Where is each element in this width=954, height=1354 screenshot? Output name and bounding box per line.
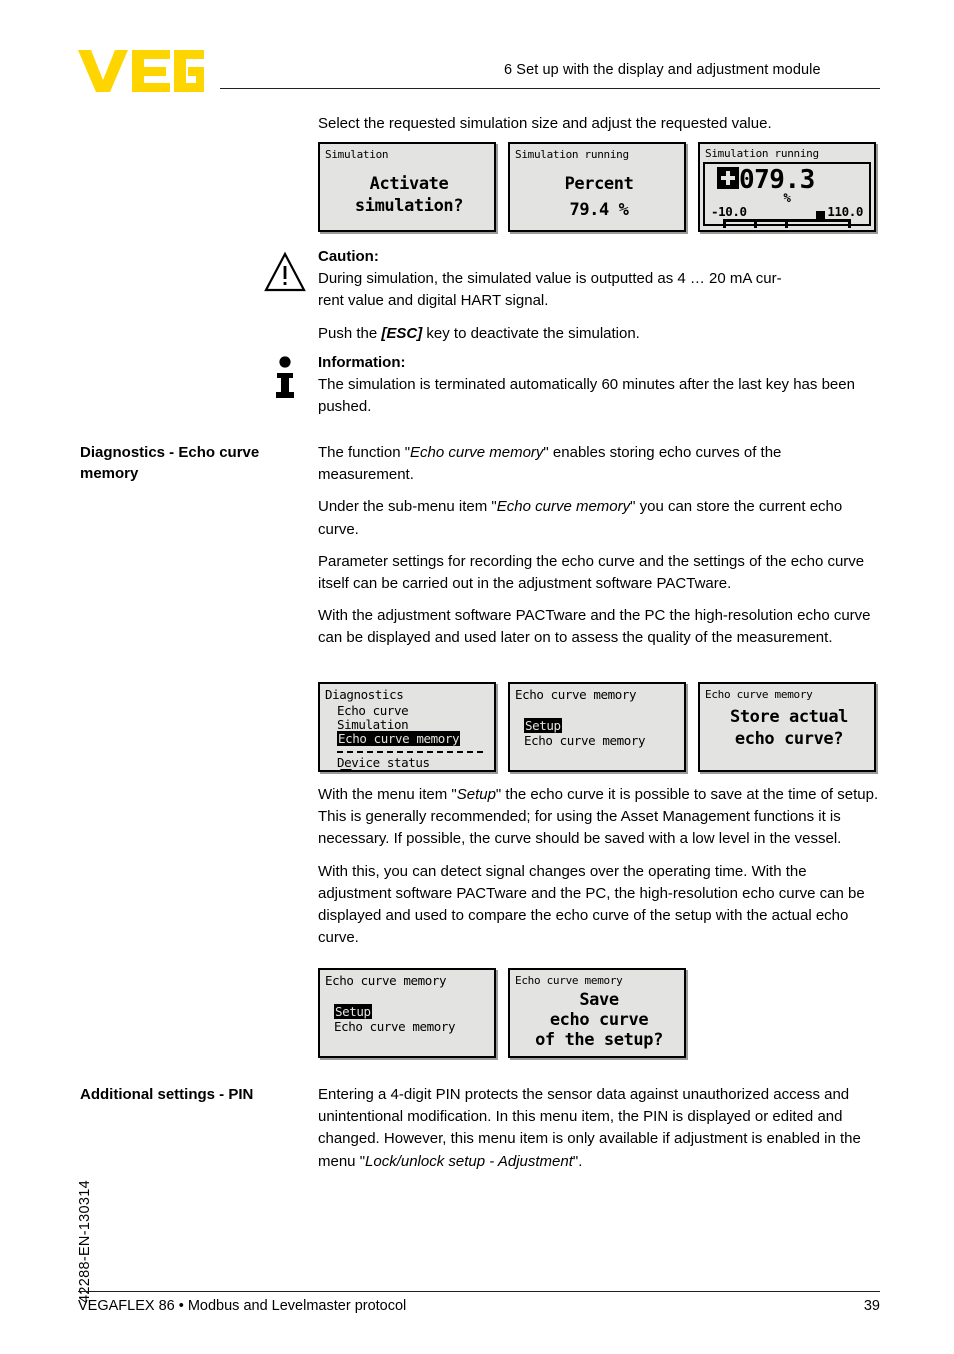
- footer-rule: [78, 1291, 880, 1292]
- lcd-echo-curve-memory-menu-2: Echo curve memory Setup Echo curve memor…: [318, 968, 496, 1058]
- lcd-save-echo-curve-of-setup: Echo curve memory Save echo curve of the…: [508, 968, 686, 1058]
- lcd-menu-item[interactable]: Echo curve memory: [524, 734, 646, 748]
- emphasis-echo-curve-memory: Echo curve memory: [410, 444, 544, 461]
- text-fragment: ".: [572, 1152, 583, 1170]
- lcd-line-1: Activate: [369, 174, 449, 194]
- header-rule: [220, 88, 880, 89]
- lcd-title: Echo curve memory: [515, 687, 637, 702]
- lcd-menu-item[interactable]: Simulation: [337, 718, 409, 732]
- paragraph: With this, you can detect signal changes…: [318, 862, 865, 947]
- footer-product-line: VEGAFLEX 86 • Modbus and Levelmaster pro…: [78, 1298, 407, 1314]
- lcd-separator: [337, 751, 483, 753]
- vega-logo: [78, 50, 204, 92]
- lcd-scale-min: -10.0: [711, 204, 747, 219]
- lcd-line-1: Save: [579, 990, 619, 1010]
- lcd-line-2: 79.4 %: [569, 200, 629, 220]
- paragraph: Under the sub-menu item "Echo curve memo…: [318, 496, 880, 540]
- lcd-simulation-percent: Simulation running Percent 79.4 %: [508, 142, 686, 232]
- lcd-menu-item-selected[interactable]: Setup: [524, 718, 562, 733]
- caution-para-1b: rent value and digital HART signal.: [318, 292, 549, 310]
- lcd-menu-item[interactable]: Echo curve memory: [334, 1020, 456, 1034]
- lcd-title: Simulation: [325, 148, 389, 161]
- lcd-title: Diagnostics: [325, 687, 404, 702]
- esc-key-label: [ESC]: [381, 324, 423, 342]
- lcd-title: Echo curve memory: [325, 973, 447, 988]
- information-title: Information:: [318, 354, 406, 371]
- lcd-menu-item[interactable]: Device status: [337, 756, 430, 770]
- lcd-menu-item[interactable]: Echo curve: [337, 704, 409, 718]
- text-fragment: The function ": [318, 444, 411, 461]
- lcd-line-3: of the setup?: [535, 1030, 663, 1050]
- margin-heading-echo-curve-memory: Diagnostics - Echo curve memory: [80, 444, 260, 482]
- margin-heading-additional-settings-pin: Additional settings - PIN: [80, 1086, 254, 1103]
- lcd-scale-max: 110.0: [827, 204, 863, 219]
- echo-curve-body: The function "Echo curve memory" enables…: [318, 442, 880, 650]
- setup-body: With the menu item "Setup" the echo curv…: [318, 784, 880, 949]
- bargraph-tick: [754, 219, 757, 228]
- lcd-simulation-bargraph: Simulation running 079.3 % -10.0 110.0: [698, 142, 876, 232]
- caution-para-2-before: Push the: [318, 324, 382, 342]
- lcd-line-2: simulation?: [354, 196, 464, 216]
- lcd-title: Echo curve memory: [515, 974, 623, 987]
- emphasis-lock-unlock-setup: Lock/unlock setup - Adjustment: [365, 1152, 573, 1170]
- bargraph-tick: [723, 219, 726, 228]
- caution-note: Caution: During simulation, the simulate…: [264, 246, 880, 345]
- lcd-line-1: Store actual: [729, 707, 849, 727]
- caution-para-1a: During simulation, the simulated value i…: [318, 270, 782, 288]
- pin-body: Entering a 4-digit PIN protects the sens…: [318, 1084, 880, 1173]
- lcd-selected-label: Echo curve memory: [337, 731, 461, 746]
- bargraph-tick: [785, 219, 788, 228]
- paragraph: Parameter settings for recording the ech…: [318, 552, 865, 593]
- paragraph: With the menu item "Setup" the echo curv…: [318, 784, 880, 851]
- warning-triangle-icon: [264, 250, 306, 294]
- lcd-selected-label: Setup: [524, 718, 562, 733]
- emphasis-setup: Setup: [456, 786, 496, 803]
- lcd-line-1: Percent: [564, 174, 634, 194]
- lcd-selected-label: Setup: [334, 1004, 372, 1019]
- lcd-value: 079.3: [739, 165, 815, 195]
- lcd-diagnostics-menu: Diagnostics Echo curve Simulation Echo c…: [318, 682, 496, 772]
- lcd-bargraph: [723, 211, 851, 229]
- information-paragraph: The simulation is terminated automatical…: [318, 376, 855, 416]
- lcd-echo-curve-memory-menu: Echo curve memory Setup Echo curve memor…: [508, 682, 686, 772]
- chevron-down-icon: [340, 769, 352, 770]
- bargraph-marker: [816, 211, 825, 222]
- paragraph: The function "Echo curve memory" enables…: [318, 442, 880, 486]
- footer-page-number: 39: [863, 1298, 880, 1314]
- lcd-title: Echo curve memory: [705, 688, 813, 701]
- paragraph: Entering a 4-digit PIN protects the sens…: [318, 1084, 880, 1173]
- paragraph: With the adjustment software PACTware an…: [318, 607, 871, 647]
- emphasis-echo-curve-memory: Echo curve memory: [496, 498, 631, 516]
- info-icon: [272, 356, 298, 402]
- page-section-title: 6 Set up with the display and adjustment…: [504, 62, 821, 78]
- caution-para-2-after: key to deactivate the simulation.: [422, 324, 640, 342]
- lcd-unit: %: [783, 190, 791, 205]
- lcd-menu-item-selected[interactable]: Echo curve memory: [337, 731, 461, 746]
- bargraph-tick: [848, 219, 851, 228]
- lcd-store-actual-echo-curve: Echo curve memory Store actual echo curv…: [698, 682, 876, 772]
- lcd-simulation-activate: Simulation Activate simulation?: [318, 142, 496, 232]
- plus-sign-icon: [717, 167, 739, 189]
- text-fragment: Under the sub-menu item ": [318, 498, 497, 516]
- intro-paragraph: Select the requested simulation size and…: [318, 115, 772, 132]
- caution-title: Caution:: [318, 248, 379, 265]
- lcd-line-2: echo curve: [549, 1010, 649, 1030]
- information-note: Information: The simulation is terminate…: [264, 352, 880, 419]
- lcd-menu-item-selected[interactable]: Setup: [334, 1004, 372, 1019]
- lcd-title: Simulation running: [705, 147, 819, 160]
- document-code: 42288-EN-130314: [77, 1179, 93, 1303]
- text-fragment: With the menu item ": [318, 786, 457, 803]
- lcd-title: Simulation running: [515, 148, 629, 161]
- lcd-line-2: echo curve?: [734, 729, 844, 749]
